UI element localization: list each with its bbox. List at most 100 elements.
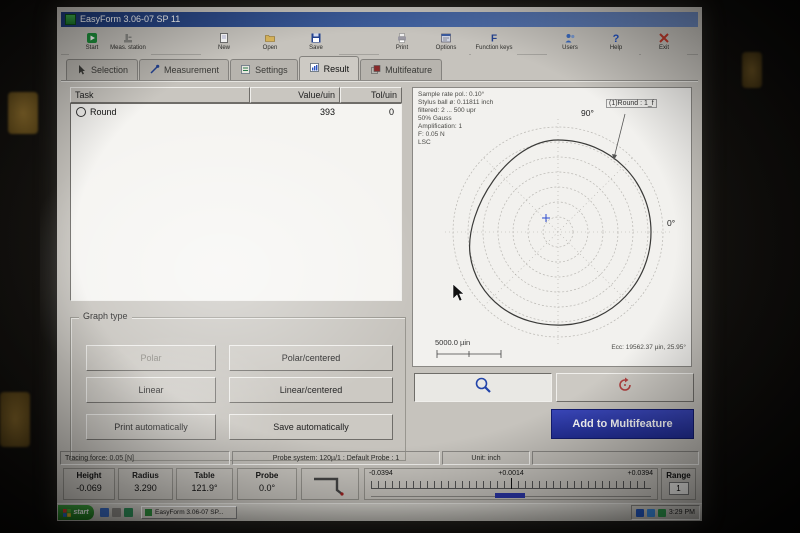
open-button[interactable]: Open (247, 28, 293, 55)
toolbar-button-label: Function keys (475, 45, 513, 51)
table-row[interactable]: Round 393 0 (71, 104, 401, 120)
new-button[interactable]: New (201, 28, 247, 55)
svg-text:?: ? (613, 33, 620, 44)
save-button[interactable]: Save (293, 28, 339, 55)
bezel-tape (8, 92, 38, 134)
tab-label: Result (323, 63, 350, 74)
ruler-max-label: +0.0394 (627, 470, 654, 477)
toolbar-button-label: Exit (658, 45, 669, 51)
probe-angle-readout: Probe 0.0° (237, 468, 297, 500)
linear-centered-button[interactable]: Linear/centered (229, 377, 393, 403)
info-filter: filtered: 2 ... 500 upr (418, 107, 476, 114)
polar-rotate-icon (616, 376, 634, 399)
taskbar-app-button[interactable]: EasyForm 3.06-07 SP... (141, 506, 237, 519)
quicklaunch-icon-1[interactable] (100, 508, 109, 517)
tab-selection[interactable]: Selection (66, 59, 139, 80)
probe-stylus-icon (314, 477, 344, 496)
function-keys-button[interactable]: F Function keys (471, 28, 517, 55)
print-button[interactable]: Print (379, 28, 425, 55)
clock: 3:29 PM (668, 509, 695, 516)
ruler-slider[interactable] (495, 493, 525, 498)
column-header-tol[interactable]: Tol/uin (340, 87, 402, 103)
options-panel-icon (440, 32, 452, 44)
column-header-task[interactable]: Task (70, 87, 250, 103)
task-tolerance: 0 (388, 107, 394, 117)
help-button[interactable]: ? Help (593, 28, 639, 55)
settings-form-icon (240, 64, 251, 77)
probe-value: 0.0° (258, 483, 276, 493)
result-chart-icon (309, 62, 320, 75)
toolbar-button-label: Print (395, 45, 409, 51)
tab-multifeature[interactable]: Multifeature (360, 59, 443, 80)
axis-readout-panel: Height -0.069 Radius 3.290 Table 121.9° … (60, 466, 699, 504)
tray-icon-3[interactable] (657, 508, 666, 517)
start-label: start (73, 509, 89, 516)
tab-result[interactable]: Result (298, 56, 360, 80)
status-bar: Tracing force: 0.05 [N] Probe system: 12… (60, 451, 699, 465)
printer-icon (396, 32, 408, 44)
graph-type-group: Graph type Polar Polar/centered Linear L… (70, 311, 406, 461)
eccentricity-readout: Ecc: 19562.37 µin, 25.95° (611, 344, 686, 351)
users-button[interactable]: Users (547, 28, 593, 55)
scale-label: 5000.0 µin (435, 338, 471, 347)
save-automatically-button[interactable]: Save automatically (229, 414, 393, 440)
radius-label: Radius (132, 471, 159, 480)
application-window: EasyForm 3.06-07 SP 11 Start Meas. stati… (57, 7, 702, 521)
angle-label-90: 90° (581, 108, 594, 118)
tab-label: Measurement (164, 65, 220, 75)
window-titlebar[interactable]: EasyForm 3.06-07 SP 11 (61, 12, 698, 27)
polar-view-button[interactable] (556, 373, 694, 402)
task-value: 393 (319, 107, 335, 117)
toolbar-button-label: Start (85, 45, 99, 51)
zoom-button[interactable] (414, 373, 552, 402)
open-folder-icon (264, 32, 276, 44)
toolbar-button-label: Open (262, 45, 278, 51)
main-toolbar: Start Meas. station New Open Save Print (61, 27, 698, 55)
polar-plot-panel[interactable]: Sample rate pol.: 0.10° Stylus ball ø: 0… (412, 87, 692, 367)
add-to-multifeature-button[interactable]: Add to Multifeature (551, 409, 694, 439)
range-selector[interactable]: Range 1 (661, 468, 696, 500)
measuring-station-icon (122, 32, 134, 44)
height-label: Height (76, 471, 102, 480)
linear-button[interactable]: Linear (86, 377, 216, 403)
table-angle-readout: Table 121.9° (176, 468, 233, 500)
tray-icon-2[interactable] (646, 508, 655, 517)
status-tracing-force: Tracing force: 0.05 [N] (60, 451, 230, 465)
meas-station-button[interactable]: Meas. station (105, 28, 151, 55)
column-header-value[interactable]: Value/uin (250, 87, 340, 103)
tab-label: Settings (255, 65, 288, 75)
system-tray: 3:29 PM (630, 505, 700, 520)
selection-pointer-icon (76, 64, 87, 77)
info-sample-rate: Sample rate pol.: 0.10° (418, 91, 485, 98)
probe-label: Probe (255, 471, 279, 480)
options-button[interactable]: Options (423, 28, 469, 55)
start-menu-button[interactable]: start (58, 505, 94, 520)
start-play-icon (86, 32, 98, 44)
range-value: 1 (668, 482, 689, 495)
deviation-ruler[interactable]: -0.0394 +0.0014 +0.0394 (364, 468, 658, 500)
svg-text:F: F (491, 34, 497, 45)
task-table-body: Round 393 0 (70, 103, 402, 301)
tab-settings[interactable]: Settings (230, 59, 298, 80)
tray-icon-1[interactable] (635, 508, 644, 517)
tab-measurement[interactable]: Measurement (139, 59, 230, 80)
ruler-center-tick (511, 478, 512, 489)
exit-button[interactable]: Exit (641, 28, 687, 55)
polar-button[interactable]: Polar (86, 345, 216, 371)
quicklaunch-icon-2[interactable] (112, 508, 121, 517)
polar-centered-button[interactable]: Polar/centered (229, 345, 393, 371)
app-icon (65, 14, 76, 25)
task-table-header: Task Value/uin Tol/uin (70, 87, 402, 103)
toolbar-button-label: Options (435, 45, 457, 51)
quicklaunch-icon-3[interactable] (124, 508, 133, 517)
feature-callout: (1)Round : 1_f (606, 99, 657, 108)
info-amplification: Amplification: 1 (418, 123, 463, 130)
print-automatically-button[interactable]: Print automatically (86, 414, 216, 440)
measurement-probe-icon (149, 64, 160, 77)
monitor-photo: EasyForm 3.06-07 SP 11 Start Meas. stati… (0, 0, 800, 533)
window-title: EasyForm 3.06-07 SP 11 (80, 14, 181, 24)
users-icon (564, 32, 576, 44)
tab-strip: Selection Measurement Settings Result Mu… (66, 56, 443, 80)
radius-readout: Radius 3.290 (118, 468, 173, 500)
probe-orientation-box[interactable] (301, 468, 359, 500)
